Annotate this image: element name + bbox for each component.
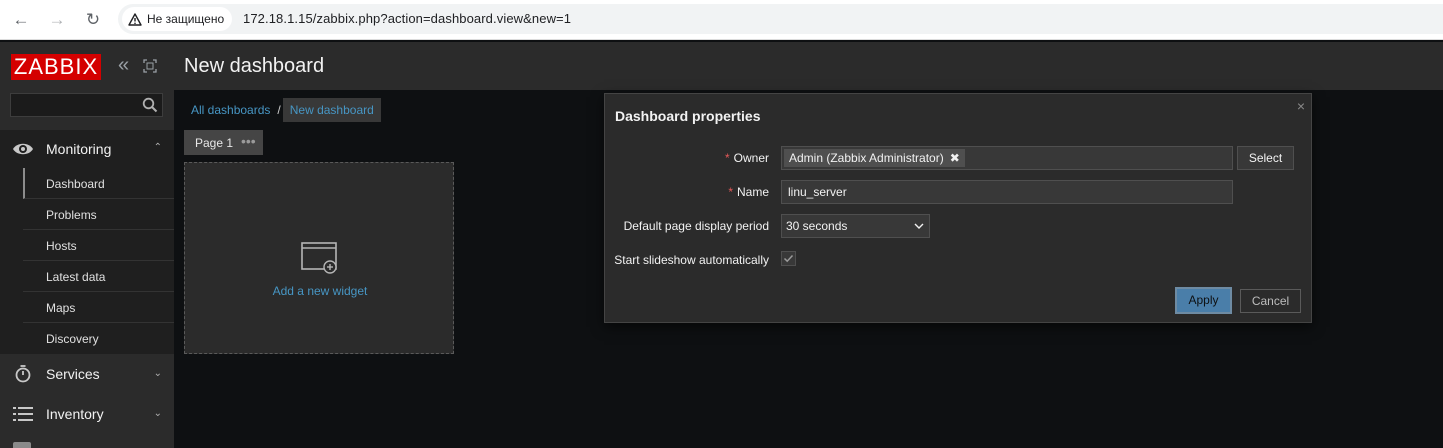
required-mark: * xyxy=(728,185,733,199)
chevron-down-icon xyxy=(914,223,924,229)
dashboard-properties-dialog: Dashboard properties × * Owner Admin (Zab… xyxy=(604,93,1312,323)
owner-chip-label: Admin (Zabbix Administrator) xyxy=(789,151,944,165)
remove-owner-icon[interactable]: ✖ xyxy=(950,151,960,165)
display-period-value: 30 seconds xyxy=(786,219,848,233)
submenu-item-label: Problems xyxy=(46,208,97,222)
display-period-label: Default page display period xyxy=(623,219,769,233)
submenu-item-discovery[interactable]: Discovery xyxy=(23,323,174,354)
monitoring-submenu: Dashboard Problems Hosts Latest data Map… xyxy=(0,168,174,354)
owner-label: * Owner xyxy=(724,151,769,165)
submenu-item-problems[interactable]: Problems xyxy=(23,199,174,230)
address-bar[interactable]: Не защищено 172.18.1.15/zabbix.php?actio… xyxy=(118,4,1443,34)
chevron-down-icon: ⌄ xyxy=(153,408,162,419)
sidebar-search-input[interactable] xyxy=(10,93,163,117)
eye-icon xyxy=(13,143,33,155)
add-widget-label[interactable]: Add a new widget xyxy=(185,284,455,298)
menu-monitoring-label: Monitoring xyxy=(46,141,112,157)
dashboard-page-tab[interactable]: Page 1 ••• xyxy=(184,130,263,155)
submenu-item-label: Discovery xyxy=(46,332,99,346)
collapse-sidebar-icon[interactable]: « xyxy=(118,55,134,76)
add-widget-placeholder[interactable]: Add a new widget xyxy=(184,162,454,354)
submenu-item-label: Hosts xyxy=(46,239,77,253)
sidebar: ZABBIX « Monitoring ⌃ Dashboard Problems… xyxy=(0,42,174,448)
browser-toolbar: ← → ↻ Не защищено 172.18.1.15/zabbix.php… xyxy=(0,0,1443,40)
close-icon[interactable]: × xyxy=(1297,98,1305,114)
apply-button[interactable]: Apply xyxy=(1175,287,1232,314)
select-owner-button[interactable]: Select xyxy=(1237,146,1294,170)
dialog-title: Dashboard properties xyxy=(615,108,761,124)
breadcrumb-separator: / xyxy=(277,103,281,117)
stopwatch-icon xyxy=(15,365,31,383)
kiosk-mode-icon[interactable] xyxy=(143,59,157,73)
security-label: Не защищено xyxy=(147,12,225,26)
list-icon xyxy=(13,407,33,421)
menu-inventory-label: Inventory xyxy=(46,406,104,422)
slideshow-checkbox[interactable] xyxy=(781,251,796,266)
chevron-up-icon: ⌃ xyxy=(153,142,162,153)
submenu-item-dashboard[interactable]: Dashboard xyxy=(23,168,174,199)
menu-services-label: Services xyxy=(46,366,100,382)
slideshow-label: Start slideshow automatically xyxy=(614,253,769,267)
chevron-down-icon: ⌄ xyxy=(153,368,162,379)
forward-arrow-icon[interactable]: → xyxy=(45,8,69,32)
page-tab-menu-icon[interactable]: ••• xyxy=(241,133,256,149)
reports-icon xyxy=(13,442,31,448)
submenu-item-label: Dashboard xyxy=(46,177,105,191)
display-period-select[interactable]: 30 seconds xyxy=(781,214,930,238)
required-mark: * xyxy=(724,151,730,165)
submenu-item-hosts[interactable]: Hosts xyxy=(23,230,174,261)
search-icon[interactable] xyxy=(142,97,158,113)
url-text[interactable]: 172.18.1.15/zabbix.php?action=dashboard.… xyxy=(243,11,571,26)
page-title: New dashboard xyxy=(184,55,325,77)
cancel-button[interactable]: Cancel xyxy=(1240,289,1301,313)
zabbix-logo[interactable]: ZABBIX xyxy=(11,54,101,80)
breadcrumb-all-dashboards[interactable]: All dashboards xyxy=(184,103,277,117)
security-chip[interactable]: Не защищено xyxy=(122,7,233,31)
page-tab-label: Page 1 xyxy=(195,136,234,150)
name-input[interactable]: linu_server xyxy=(781,180,1233,204)
add-widget-icon xyxy=(301,242,337,274)
back-arrow-icon[interactable]: ← xyxy=(9,8,33,32)
submenu-item-latest-data[interactable]: Latest data xyxy=(23,261,174,292)
warning-icon xyxy=(128,12,142,26)
menu-inventory[interactable]: Inventory ⌄ xyxy=(0,394,174,434)
menu-monitoring[interactable]: Monitoring ⌃ xyxy=(0,130,174,168)
submenu-item-label: Maps xyxy=(46,301,76,315)
main-header: New dashboard xyxy=(174,42,1443,90)
submenu-item-label: Latest data xyxy=(46,270,106,284)
breadcrumb-current[interactable]: New dashboard xyxy=(282,98,381,122)
submenu-item-maps[interactable]: Maps xyxy=(23,292,174,323)
breadcrumb: All dashboards / New dashboard xyxy=(184,98,381,122)
owner-multiselect[interactable]: Admin (Zabbix Administrator) ✖ xyxy=(781,146,1233,170)
reload-icon[interactable]: ↻ xyxy=(81,8,105,32)
owner-chip: Admin (Zabbix Administrator) ✖ xyxy=(784,149,965,167)
checkmark-icon xyxy=(783,254,794,263)
menu-services[interactable]: Services ⌄ xyxy=(0,354,174,394)
name-label: * Name xyxy=(728,185,769,199)
